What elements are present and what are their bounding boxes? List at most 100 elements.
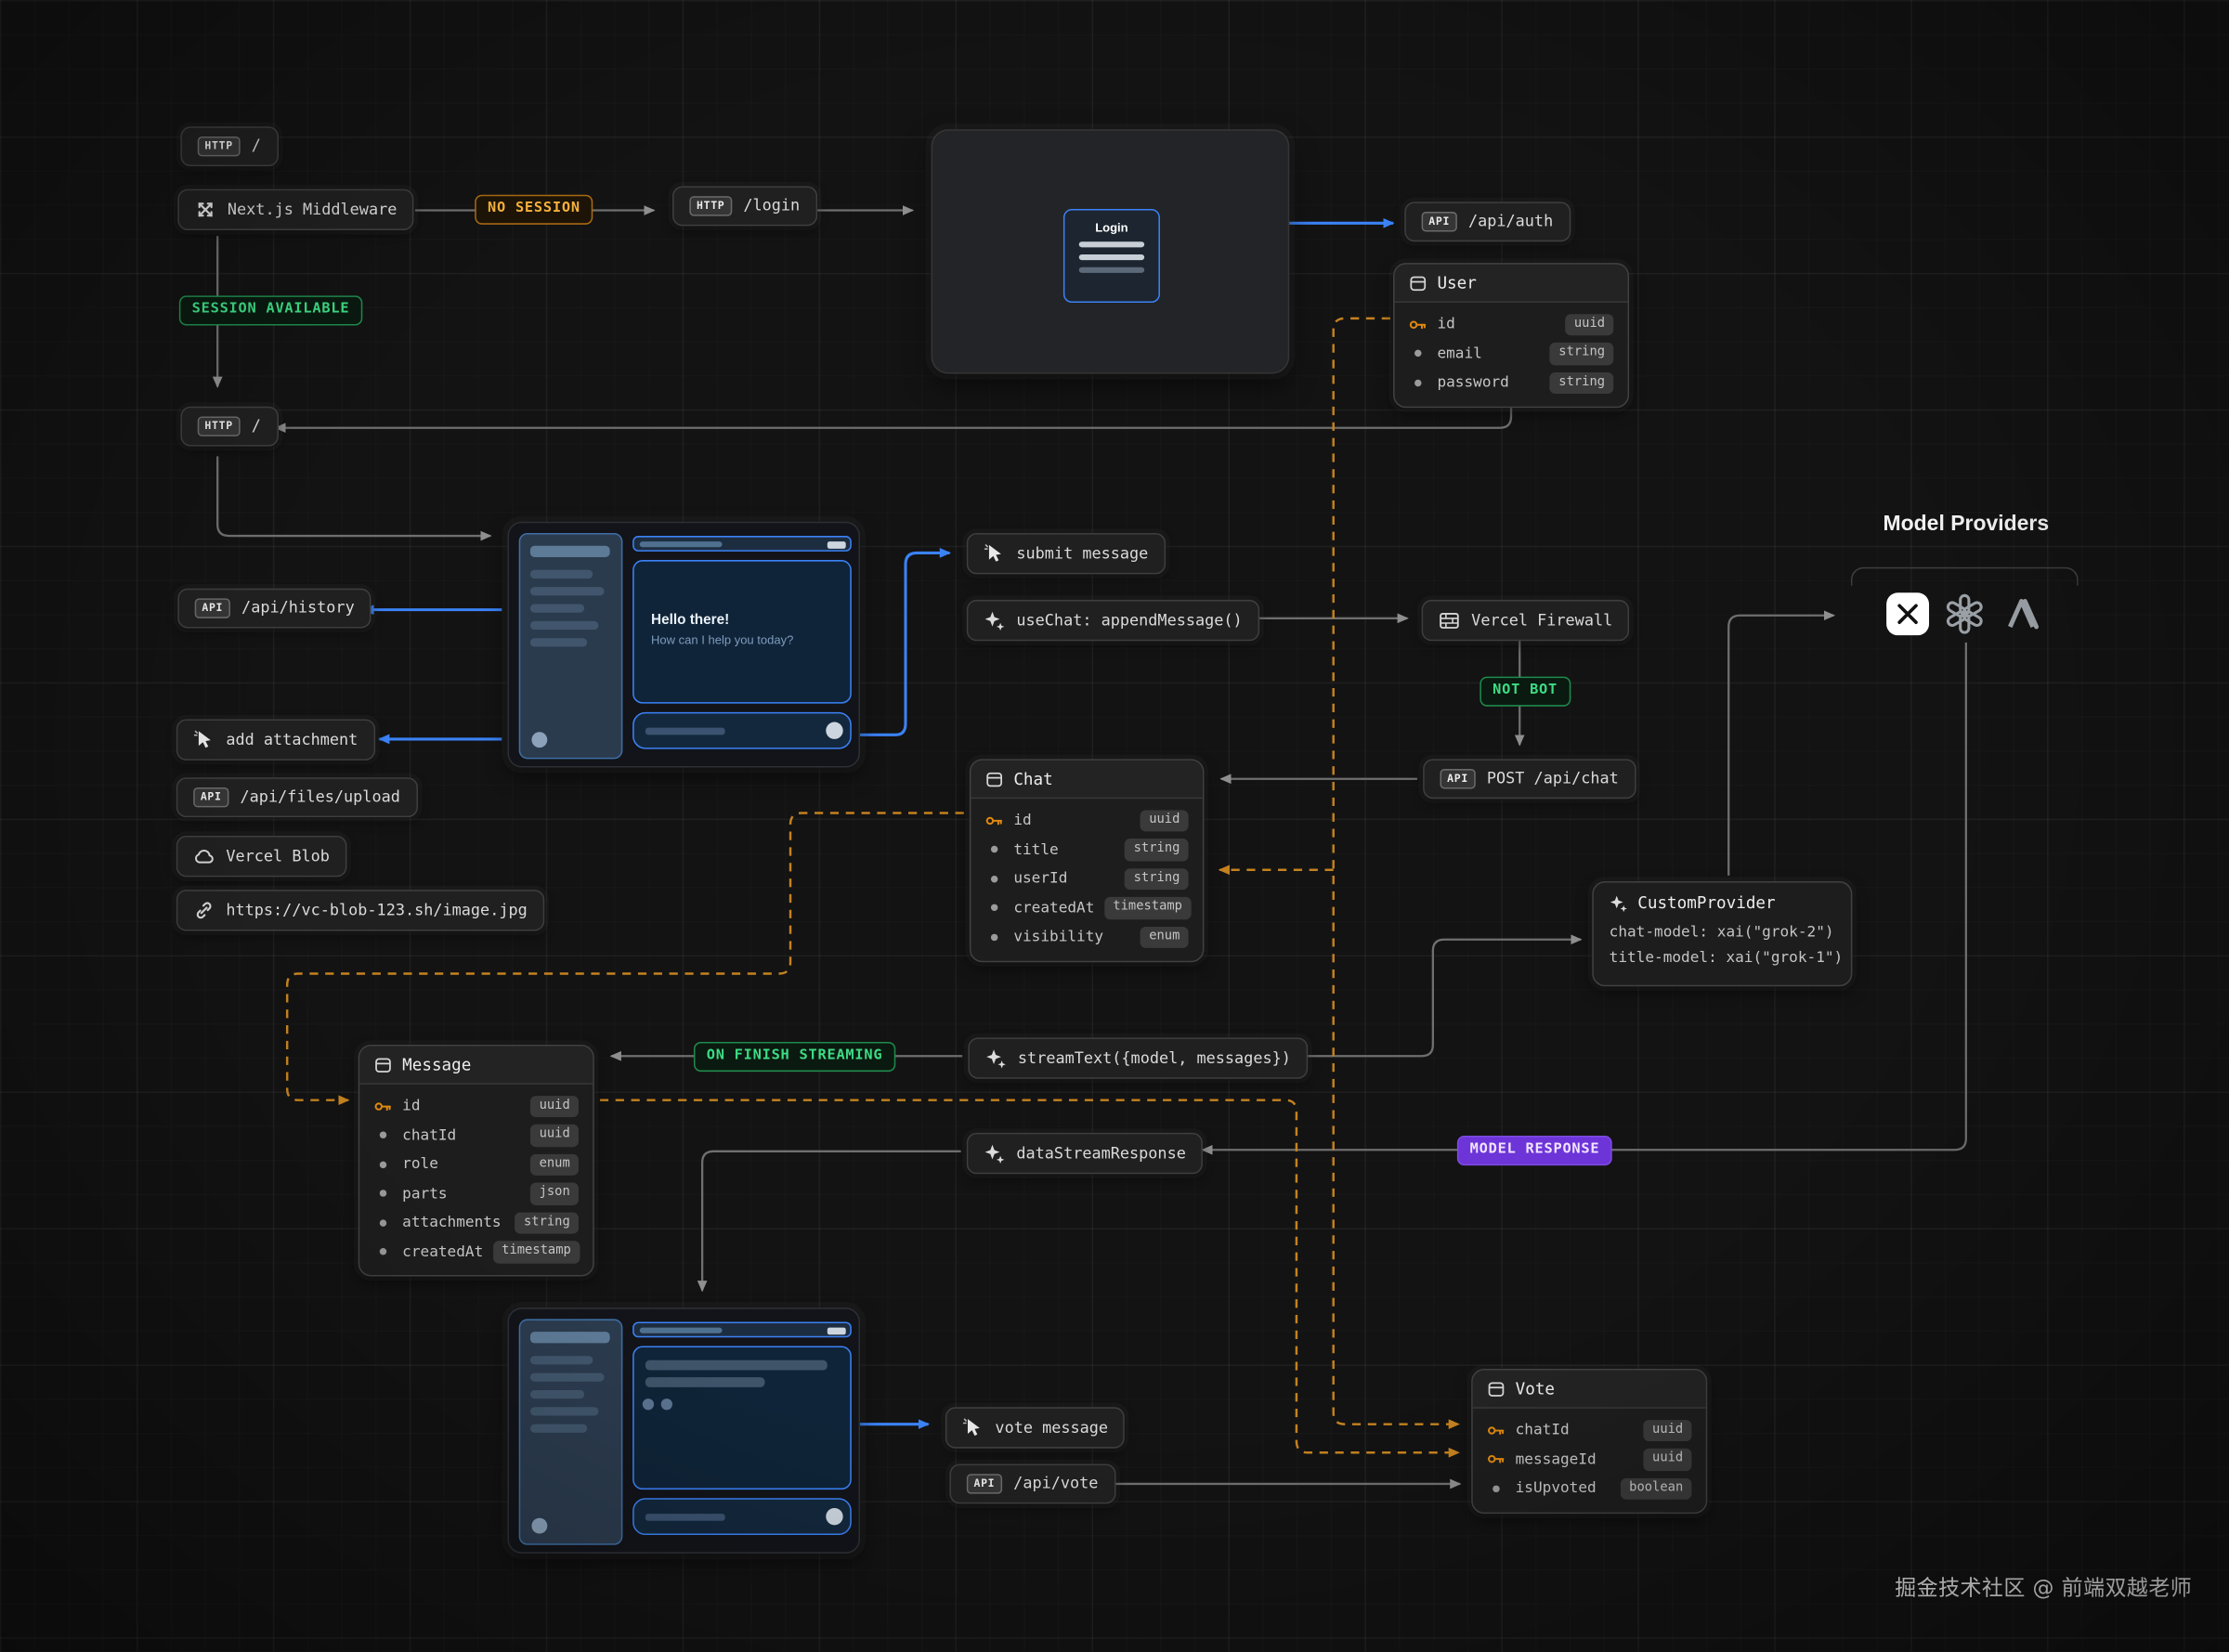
dot-icon — [985, 899, 1004, 917]
table-header: Vote — [1473, 1371, 1706, 1409]
dot-icon — [985, 840, 1004, 859]
cursor-click-icon — [193, 729, 215, 750]
http-tag: HTTP — [689, 196, 732, 215]
table-header: User — [1395, 265, 1628, 303]
table-row: chatId uuid — [1473, 1415, 1706, 1444]
field-type-badge: json — [530, 1182, 579, 1204]
diagram-canvas: HTTP / Next.js Middleware NO SESSION HTT… — [0, 0, 2229, 1652]
table-row: isUpvoted boolean — [1473, 1474, 1706, 1502]
cursor-click-icon — [962, 1417, 984, 1438]
http-tag: HTTP — [198, 416, 241, 436]
placeholder-bar — [530, 1424, 587, 1433]
message-entity-table: Message id uuid chatId uuid role enum pa… — [358, 1045, 594, 1276]
endpoint-post-api-chat: API POST /api/chat — [1423, 759, 1636, 798]
entity-icon — [1487, 1379, 1506, 1398]
table-row: userId string — [971, 865, 1202, 893]
endpoint-path: POST /api/chat — [1487, 769, 1619, 787]
usechat-append-node: useChat: appendMessage() — [967, 600, 1259, 641]
custom-provider-chat-model: chat-model: xai("grok-2") — [1610, 921, 1835, 946]
field-type-badge: uuid — [1644, 1449, 1692, 1471]
table-row: createdAt timestamp — [359, 1237, 593, 1266]
blob-url-node: https://vc-blob-123.sh/image.jpg — [176, 890, 544, 930]
endpoint-api-vote: API /api/vote — [949, 1464, 1114, 1503]
placeholder-bar — [1079, 267, 1144, 273]
node-label: streamText({model, messages}) — [1018, 1048, 1291, 1067]
node-label: Next.js Middleware — [228, 201, 397, 219]
table-row: attachments string — [359, 1208, 593, 1237]
avatar — [531, 1518, 547, 1534]
endpoint-path: /api/auth — [1468, 212, 1553, 230]
dot-icon — [374, 1214, 393, 1232]
node-label: https://vc-blob-123.sh/image.jpg — [226, 901, 527, 919]
add-attachment-action: add attachment — [176, 719, 375, 760]
streamtext-node: streamText({model, messages}) — [968, 1037, 1308, 1078]
table-row: password string — [1395, 368, 1628, 397]
table-row: chatId uuid — [359, 1121, 593, 1150]
chat-screen-mockup-messages — [507, 1307, 860, 1554]
middleware-node: Next.js Middleware — [177, 189, 413, 230]
table-row: title string — [971, 835, 1202, 864]
message-bar — [645, 1360, 828, 1371]
link-icon — [193, 900, 215, 921]
endpoint-path: /api/history — [241, 599, 355, 618]
chat-greeting-title: Hello there! — [651, 613, 850, 629]
key-icon — [374, 1097, 393, 1115]
table-row: createdAt timestamp — [971, 893, 1202, 922]
field-name: createdAt — [402, 1243, 483, 1260]
dot-icon — [1487, 1479, 1506, 1498]
placeholder-bar — [530, 587, 605, 595]
field-name: createdAt — [1013, 899, 1094, 916]
key-icon — [1487, 1450, 1506, 1469]
session-available-badge: SESSION AVAILABLE — [179, 295, 362, 324]
node-label: Vercel Firewall — [1471, 611, 1612, 630]
entity-icon — [374, 1055, 393, 1073]
placeholder-bar — [530, 1332, 610, 1343]
thumb-down-icon — [661, 1398, 672, 1410]
api-tag: API — [193, 787, 228, 807]
new-chat-chip — [828, 1327, 846, 1334]
field-name: id — [1013, 812, 1031, 828]
api-tag: API — [1422, 212, 1457, 231]
login-title: Login — [1064, 220, 1158, 234]
dot-icon — [1409, 373, 1427, 392]
chat-entity-table: Chat id uuid title string userId string … — [970, 759, 1205, 961]
key-icon — [1487, 1421, 1506, 1439]
key-icon — [1409, 315, 1427, 333]
placeholder-bar — [530, 1356, 593, 1364]
sparkles-icon — [984, 610, 1005, 631]
placeholder-bar — [530, 546, 610, 557]
placeholder-bar — [640, 541, 723, 547]
placeholder-bar — [640, 1328, 723, 1333]
chat-screen-mockup: Hello there! How can I help you today? — [507, 522, 860, 768]
user-entity-table: User id uuid email string password strin… — [1393, 263, 1629, 407]
chat-topbar-mockup — [632, 536, 852, 552]
field-name: email — [1437, 345, 1481, 362]
node-label: vote message — [995, 1418, 1108, 1437]
anthropic-logo — [2003, 594, 2043, 634]
vercel-blob-node: Vercel Blob — [176, 836, 346, 877]
chat-greeting-subtitle: How can I help you today? — [651, 632, 850, 646]
model-providers-title: Model Providers — [1851, 512, 2081, 536]
cloud-icon — [193, 846, 215, 867]
sparkles-icon — [1610, 893, 1628, 912]
node-label: add attachment — [226, 731, 358, 749]
placeholder-bar — [530, 621, 598, 630]
datastreamresponse-node: dataStreamResponse — [967, 1133, 1203, 1174]
table-row: email string — [1395, 339, 1628, 368]
field-name: userId — [1013, 870, 1067, 887]
endpoint-api-history: API /api/history — [177, 589, 372, 628]
chat-main-mockup — [632, 1346, 852, 1489]
endpoint-login: HTTP /login — [672, 187, 817, 226]
chat-sidebar-mockup — [519, 533, 623, 759]
dot-icon — [1409, 345, 1427, 363]
field-type-badge: string — [1125, 839, 1188, 861]
placeholder-bar — [645, 1514, 725, 1521]
chat-topbar-mockup — [632, 1321, 852, 1337]
field-name: parts — [402, 1185, 447, 1202]
table-title: User — [1437, 273, 1476, 293]
table-row: visibility enum — [971, 922, 1202, 951]
model-providers-bracket — [1851, 567, 2079, 586]
node-label: Vercel Blob — [226, 847, 330, 865]
field-name: role — [402, 1156, 438, 1173]
field-type-badge: timestamp — [1104, 897, 1191, 919]
